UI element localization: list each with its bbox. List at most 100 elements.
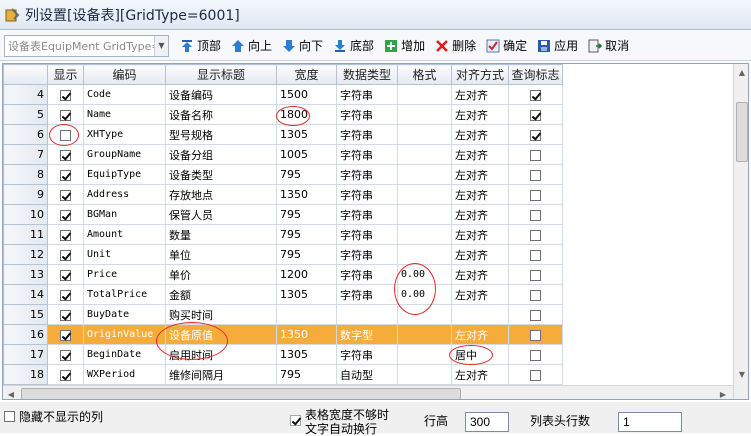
align-cell[interactable]: 左对齐 xyxy=(451,364,509,385)
title-cell[interactable]: 设备分组 xyxy=(165,144,277,165)
code-cell[interactable]: Unit xyxy=(83,244,166,265)
query-cell[interactable] xyxy=(508,144,563,165)
align-cell[interactable]: 左对齐 xyxy=(451,144,509,165)
show-cell[interactable] xyxy=(47,244,84,265)
show-checkbox[interactable] xyxy=(60,369,71,381)
width-cell[interactable]: 795 xyxy=(276,364,337,385)
table-row[interactable]: 17 BeginDate 启用时间 1305 字符串 居中 xyxy=(3,344,563,365)
col-header[interactable]: 数据类型 xyxy=(336,64,398,85)
align-cell[interactable]: 左对齐 xyxy=(451,324,509,345)
delete-button[interactable]: 删除 xyxy=(432,35,479,57)
query-cell[interactable] xyxy=(508,304,563,325)
width-cell[interactable]: 1005 xyxy=(276,144,337,165)
row-number[interactable]: 6 xyxy=(3,124,48,145)
table-row[interactable]: 11 Amount 数量 795 字符串 左对齐 xyxy=(3,224,563,245)
row-number[interactable]: 12 xyxy=(3,244,48,265)
code-cell[interactable]: XHType xyxy=(83,124,166,145)
row-number[interactable]: 11 xyxy=(3,224,48,245)
table-row[interactable]: 16 OriginValue 设备原值 1350 数字型 左对齐 xyxy=(3,324,563,345)
width-cell[interactable]: 1500 xyxy=(276,84,337,105)
col-header[interactable]: 宽度 xyxy=(276,64,337,85)
code-cell[interactable]: Code xyxy=(83,84,166,105)
type-cell[interactable]: 字符串 xyxy=(336,224,398,245)
show-checkbox[interactable] xyxy=(60,329,71,341)
query-checkbox[interactable] xyxy=(530,369,541,381)
horizontal-scrollbar[interactable]: ◀ ▶ xyxy=(3,385,733,399)
query-cell[interactable] xyxy=(508,184,563,205)
code-cell[interactable]: BuyDate xyxy=(83,304,166,325)
query-cell[interactable] xyxy=(508,284,563,305)
show-cell[interactable] xyxy=(47,324,84,345)
show-checkbox[interactable] xyxy=(60,169,71,181)
title-cell[interactable]: 维修间隔月 xyxy=(165,364,277,385)
show-cell[interactable] xyxy=(47,104,84,125)
align-cell[interactable]: 左对齐 xyxy=(451,204,509,225)
code-cell[interactable]: BeginDate xyxy=(83,344,166,365)
col-header[interactable]: 显示标题 xyxy=(165,64,277,85)
code-cell[interactable]: OriginValue xyxy=(83,324,166,345)
width-cell[interactable]: 1200 xyxy=(276,264,337,285)
format-cell[interactable] xyxy=(397,184,452,205)
table-row[interactable]: 6 XHType 型号规格 1305 字符串 左对齐 xyxy=(3,124,563,145)
show-checkbox[interactable] xyxy=(60,149,71,161)
header-rows-input[interactable] xyxy=(618,412,682,432)
width-cell[interactable]: 1350 xyxy=(276,184,337,205)
row-number[interactable]: 17 xyxy=(3,344,48,365)
row-number[interactable]: 15 xyxy=(3,304,48,325)
width-cell[interactable] xyxy=(276,304,337,325)
query-cell[interactable] xyxy=(508,124,563,145)
width-cell[interactable]: 1800 xyxy=(276,104,337,125)
query-checkbox[interactable] xyxy=(530,249,541,261)
format-cell[interactable] xyxy=(397,144,452,165)
row-number[interactable]: 10 xyxy=(3,204,48,225)
table-row[interactable]: 14 TotalPrice 金额 1305 字符串 0.00 左对齐 xyxy=(3,284,563,305)
type-cell[interactable]: 字符串 xyxy=(336,204,398,225)
title-cell[interactable]: 保管人员 xyxy=(165,204,277,225)
query-checkbox[interactable] xyxy=(530,129,541,141)
arrow-down-button[interactable]: 向下 xyxy=(279,35,326,57)
width-cell[interactable]: 1305 xyxy=(276,284,337,305)
table-row[interactable]: 5 Name 设备名称 1800 字符串 左对齐 xyxy=(3,104,563,125)
type-cell[interactable]: 自动型 xyxy=(336,364,398,385)
table-row[interactable]: 18 WXPeriod 维修间隔月 795 自动型 左对齐 xyxy=(3,364,563,385)
align-cell[interactable]: 左对齐 xyxy=(451,184,509,205)
row-number[interactable]: 16 xyxy=(3,324,48,345)
query-checkbox[interactable] xyxy=(530,229,541,241)
col-header[interactable]: 编码 xyxy=(83,64,166,85)
title-cell[interactable]: 金额 xyxy=(165,284,277,305)
align-cell[interactable]: 居中 xyxy=(451,344,509,365)
type-cell[interactable]: 字符串 xyxy=(336,264,398,285)
type-cell[interactable]: 字符串 xyxy=(336,244,398,265)
code-cell[interactable]: EquipType xyxy=(83,164,166,185)
scroll-down-icon[interactable]: ▼ xyxy=(734,366,748,383)
row-number[interactable]: 8 xyxy=(3,164,48,185)
query-cell[interactable] xyxy=(508,104,563,125)
align-cell[interactable]: 左对齐 xyxy=(451,244,509,265)
table-row[interactable]: 7 GroupName 设备分组 1005 字符串 左对齐 xyxy=(3,144,563,165)
show-checkbox[interactable] xyxy=(60,89,71,101)
title-cell[interactable]: 购买时间 xyxy=(165,304,277,325)
code-cell[interactable]: BGMan xyxy=(83,204,166,225)
row-number[interactable]: 5 xyxy=(3,104,48,125)
col-header[interactable]: 显示 xyxy=(47,64,84,85)
type-cell[interactable]: 字符串 xyxy=(336,184,398,205)
format-cell[interactable]: 0.00 xyxy=(397,264,452,285)
show-cell[interactable] xyxy=(47,264,84,285)
checkbox[interactable] xyxy=(4,411,15,422)
table-row[interactable]: 9 Address 存放地点 1350 字符串 左对齐 xyxy=(3,184,563,205)
align-cell[interactable]: 左对齐 xyxy=(451,104,509,125)
row-number[interactable]: 18 xyxy=(3,364,48,385)
code-cell[interactable]: Price xyxy=(83,264,166,285)
query-checkbox[interactable] xyxy=(530,189,541,201)
format-cell[interactable] xyxy=(397,164,452,185)
width-cell[interactable]: 795 xyxy=(276,224,337,245)
show-cell[interactable] xyxy=(47,204,84,225)
query-checkbox[interactable] xyxy=(530,329,541,341)
show-checkbox[interactable] xyxy=(60,309,71,321)
code-cell[interactable]: Address xyxy=(83,184,166,205)
auto-wrap-checkbox[interactable]: 表格宽度不够时 文字自动换行 xyxy=(290,408,389,436)
title-cell[interactable]: 设备名称 xyxy=(165,104,277,125)
format-cell[interactable] xyxy=(397,244,452,265)
save-button[interactable]: 应用 xyxy=(534,35,581,57)
show-checkbox[interactable] xyxy=(60,209,71,221)
